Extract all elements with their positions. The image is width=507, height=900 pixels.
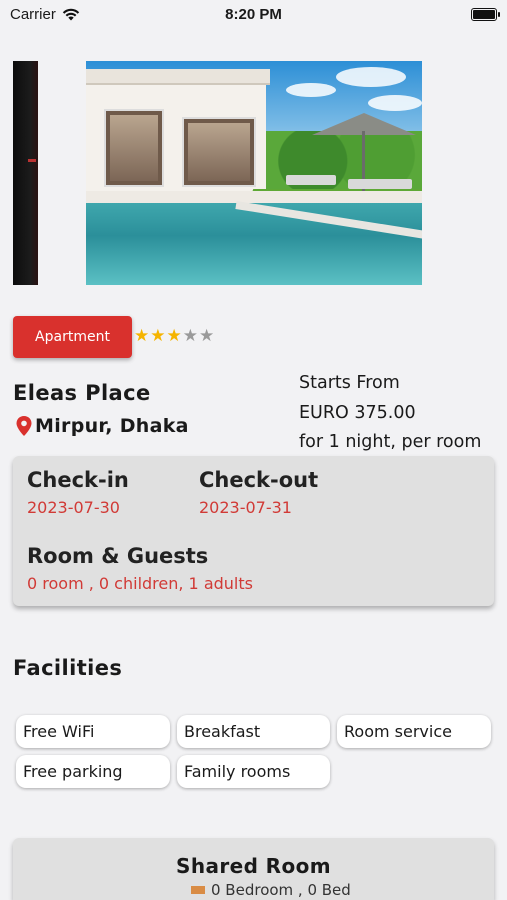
gallery-previous-image[interactable] (13, 61, 38, 285)
star-filled-icon: ★ (166, 326, 182, 346)
facility-chip: Breakfast (177, 715, 330, 748)
property-photo[interactable] (86, 61, 422, 285)
room-detail: 0 Bedroom , 0 Bed (191, 881, 351, 899)
rating-stars: ★ ★ ★ ★ ★ (134, 326, 214, 346)
facility-chip: Free parking (16, 755, 170, 788)
room-guests-label: Room & Guests (27, 544, 209, 568)
battery-level (473, 10, 495, 19)
star-filled-icon: ★ (134, 326, 150, 346)
room-card[interactable]: Shared Room 0 Bedroom , 0 Bed (13, 838, 494, 900)
facilities-title: Facilities (13, 656, 123, 680)
star-empty-icon: ★ (199, 326, 215, 346)
facility-chip: Free WiFi (16, 715, 170, 748)
property-location: Mirpur, Dhaka (15, 415, 189, 437)
facility-chip: Family rooms (177, 755, 330, 788)
checkout-date[interactable]: 2023-07-31 (199, 498, 292, 517)
location-pin-icon (16, 416, 32, 436)
checkin-label: Check-in (27, 468, 129, 492)
facility-chip: Room service (337, 715, 491, 748)
location-text: Mirpur, Dhaka (35, 415, 189, 437)
price-amount: EURO 375.00 (299, 402, 416, 423)
property-type-badge[interactable]: Apartment (13, 316, 132, 358)
star-empty-icon: ★ (182, 326, 198, 346)
bed-icon (191, 886, 205, 894)
booking-details-card[interactable]: Check-in 2023-07-30 Check-out 2023-07-31… (13, 456, 494, 606)
price-unit: for 1 night, per room (299, 432, 482, 452)
room-title: Shared Room (176, 854, 331, 878)
status-bar: Carrier 8:20 PM (0, 0, 507, 30)
star-filled-icon: ★ (150, 326, 166, 346)
checkin-date[interactable]: 2023-07-30 (27, 498, 120, 517)
room-guests-value[interactable]: 0 room , 0 children, 1 adults (27, 574, 253, 593)
price-block: Starts From EURO 375.00 for 1 night, per… (299, 369, 481, 458)
battery-icon (471, 8, 500, 21)
property-name: Eleas Place (13, 381, 151, 405)
checkout-label: Check-out (199, 468, 319, 492)
status-time: 8:20 PM (225, 6, 282, 23)
price-starts-label: Starts From (299, 373, 400, 393)
room-detail-text: 0 Bedroom , 0 Bed (211, 881, 351, 899)
